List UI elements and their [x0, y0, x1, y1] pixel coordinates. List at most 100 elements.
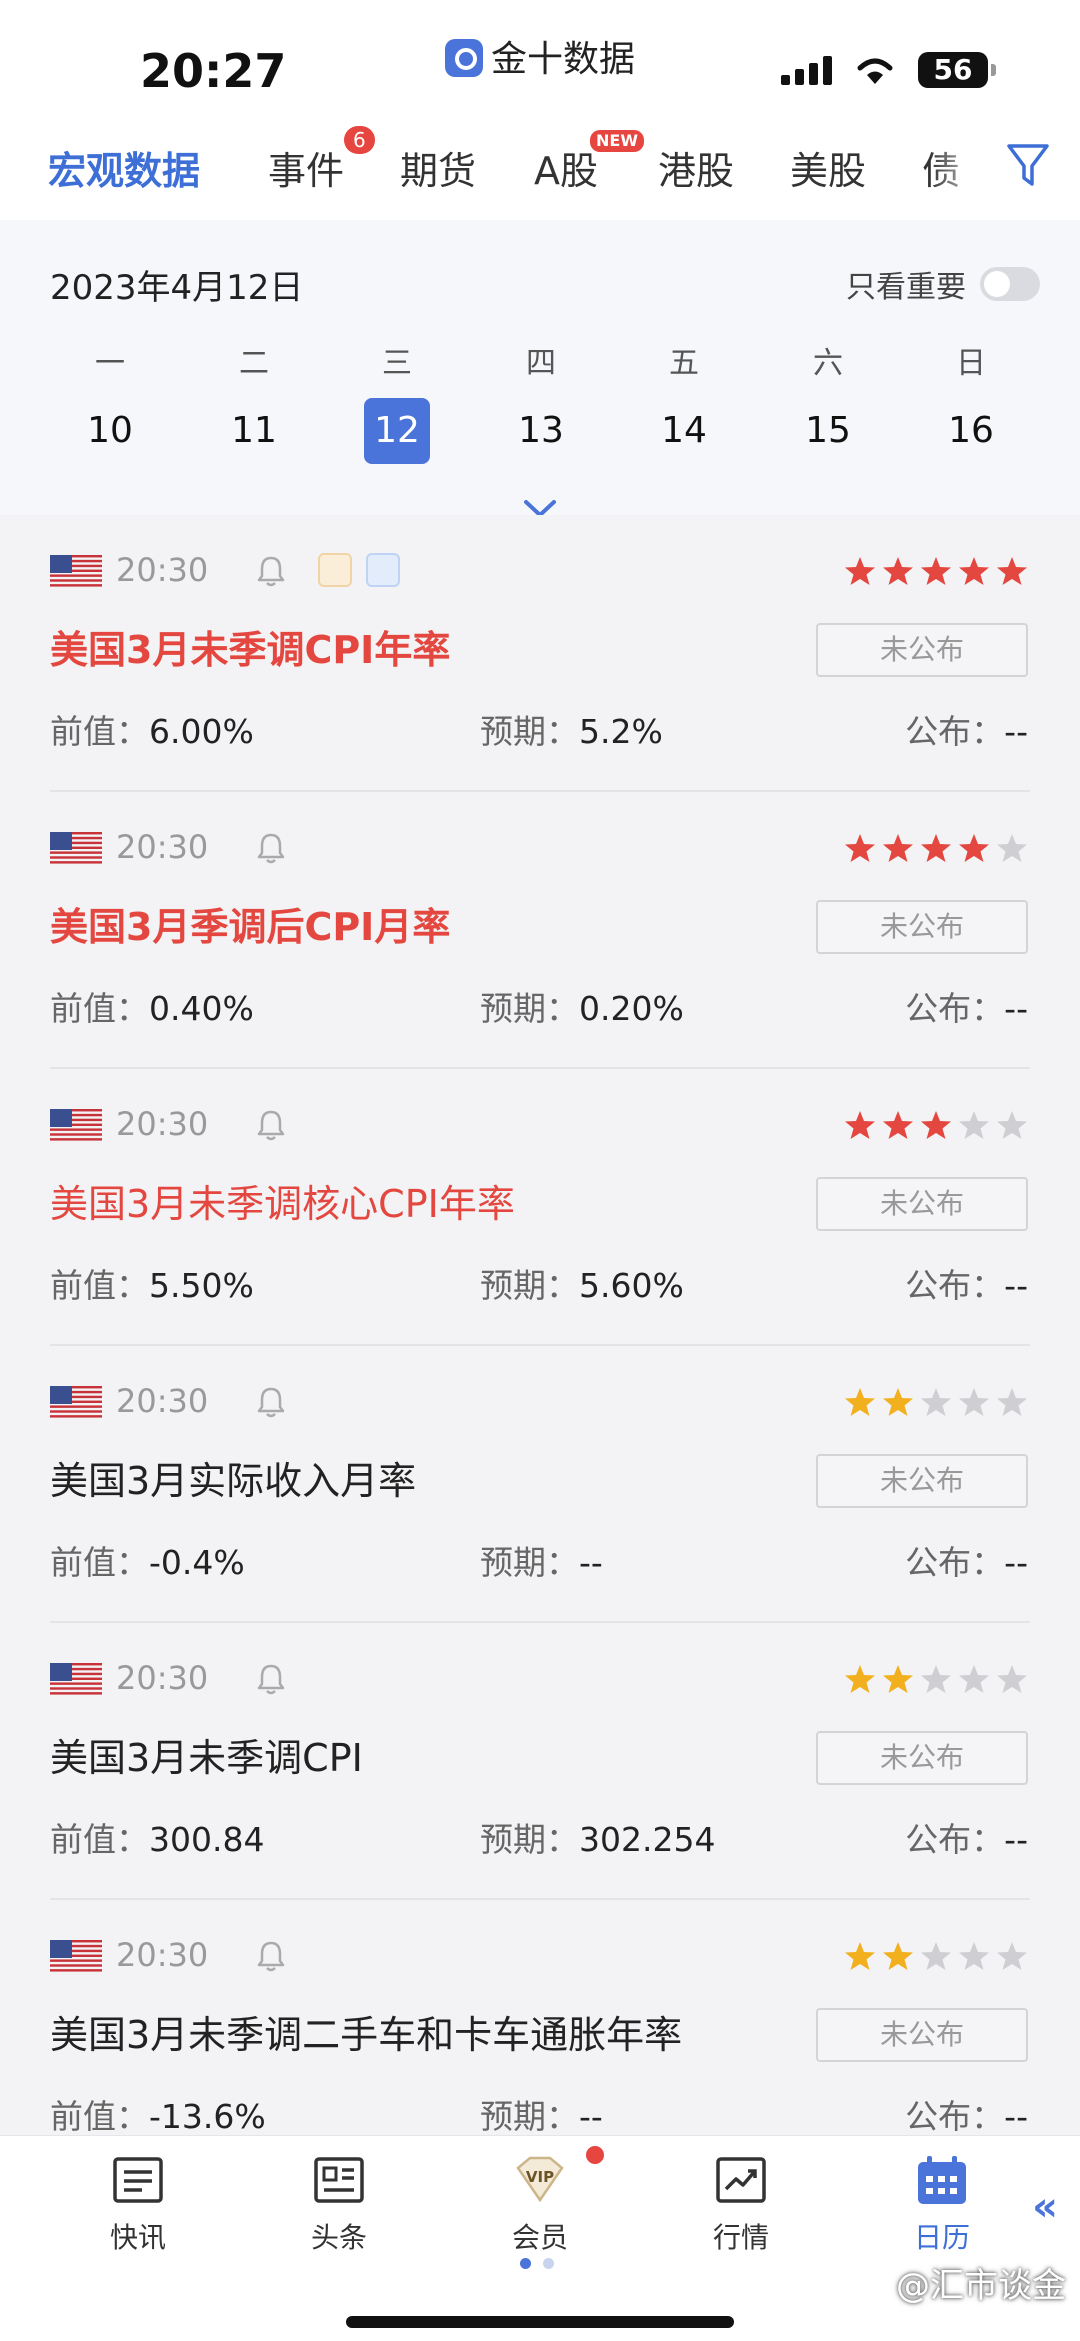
- battery-icon: 56: [918, 52, 996, 88]
- day-13[interactable]: 13: [508, 398, 574, 464]
- us-flag-icon: [50, 1940, 102, 1974]
- day-10[interactable]: 10: [77, 398, 143, 464]
- unpublished-button[interactable]: 未公布: [816, 1454, 1028, 1508]
- forecast-value: 预期：5.2%: [480, 712, 663, 751]
- unpublished-button[interactable]: 未公布: [816, 623, 1028, 677]
- important-only-toggle[interactable]: [980, 267, 1040, 301]
- forecast-value: 预期：302.254: [480, 1820, 716, 1859]
- importance-star-icon: [921, 557, 951, 585]
- forecast-value: 预期：--: [480, 2097, 603, 2135]
- event-time: 20:30: [116, 1659, 209, 1697]
- tab-macro-data[interactable]: 宏观数据: [48, 140, 200, 195]
- unpublished-button[interactable]: 未公布: [816, 2008, 1028, 2062]
- event-title[interactable]: 美国3月未季调核心CPI年率: [50, 1173, 515, 1228]
- bell-icon[interactable]: [256, 1663, 286, 1695]
- vip-notification-dot: [586, 2146, 604, 2164]
- nav-calendar[interactable]: 日历: [872, 2154, 1012, 2256]
- calendar-icon: [918, 2156, 966, 2204]
- status-app-name: 金十数据: [490, 39, 635, 80]
- tab-hk-stocks[interactable]: 港股: [658, 140, 734, 195]
- importance-stars: [844, 1109, 1028, 1141]
- event-row[interactable]: 20:30 美国3月未季调核心CPI年率 未公布 前值：5.50% 预期：5.60% 公布…: [0, 1069, 1080, 1346]
- filter-icon[interactable]: [1006, 142, 1050, 190]
- day-16[interactable]: 16: [938, 398, 1004, 464]
- nav-headlines[interactable]: 头条: [269, 2154, 409, 2256]
- published-value: 公布：--: [905, 1266, 1028, 1305]
- bell-icon[interactable]: [256, 1386, 286, 1418]
- event-row[interactable]: 20:30 美国3月未季调二手车和卡车通胀年率 未公布 前值：-13.6% 预期：-- 公…: [0, 1900, 1080, 2135]
- headlines-icon: [314, 2157, 364, 2203]
- tab-us-stocks[interactable]: 美股: [790, 140, 866, 195]
- event-row[interactable]: 20:30 美国3月季调后CPI月率 未公布 前值：0.40% 预期：0.20% 公布：-…: [0, 792, 1080, 1069]
- tab-a-shares[interactable]: A股 NEW: [534, 130, 644, 195]
- importance-star-icon: [921, 1942, 951, 1970]
- event-title[interactable]: 美国3月未季调CPI年率: [50, 619, 450, 674]
- event-title[interactable]: 美国3月未季调二手车和卡车通胀年率: [50, 2004, 682, 2059]
- published-value: 公布：--: [905, 1820, 1028, 1859]
- nav-headlines-label: 头条: [310, 2221, 367, 2254]
- event-title[interactable]: 美国3月未季调CPI: [50, 1727, 363, 1782]
- previous-value: 前值：300.84: [50, 1820, 265, 1859]
- day-15[interactable]: 15: [795, 398, 861, 464]
- forecast-value: 预期：0.20%: [480, 989, 684, 1028]
- importance-star-icon: [997, 1111, 1027, 1139]
- event-row[interactable]: 20:30 美国3月未季调CPI年率 未公布 前值：6.00% 预期：5.2% 公布：--: [0, 515, 1080, 792]
- bell-icon[interactable]: [256, 555, 286, 587]
- day-14[interactable]: 14: [651, 398, 717, 464]
- day-11[interactable]: 11: [221, 398, 287, 464]
- newsflash-icon: [113, 2157, 163, 2203]
- importance-star-icon: [845, 834, 875, 862]
- event-title[interactable]: 美国3月实际收入月率: [50, 1450, 416, 1505]
- importance-star-icon: [883, 557, 913, 585]
- us-flag-icon: [50, 1386, 102, 1420]
- nav-market[interactable]: 行情: [671, 2154, 811, 2256]
- previous-value: 前值：-13.6%: [50, 2097, 266, 2135]
- forecast-value: 预期：5.60%: [480, 1266, 684, 1305]
- app-logo-icon: [444, 39, 483, 77]
- image-icon[interactable]: [366, 553, 400, 587]
- importance-stars: [844, 555, 1028, 587]
- tab-events[interactable]: 事件 6: [268, 126, 375, 195]
- bottom-nav: 快讯 头条 VIP 会员 行情 日历 « @汇市谈金: [0, 2135, 1080, 2341]
- home-indicator[interactable]: [346, 2316, 734, 2328]
- unpublished-button[interactable]: 未公布: [816, 900, 1028, 954]
- importance-star-icon: [997, 1942, 1027, 1970]
- unpublished-button[interactable]: 未公布: [816, 1177, 1028, 1231]
- link-icon[interactable]: [318, 553, 352, 587]
- event-row[interactable]: 20:30 美国3月实际收入月率 未公布 前值：-0.4% 预期：-- 公布：--: [0, 1346, 1080, 1623]
- nav-vip-label: 会员: [511, 2221, 568, 2254]
- forecast-value: 预期：--: [480, 1543, 603, 1582]
- important-only-label: 只看重要: [846, 270, 966, 305]
- event-row[interactable]: 20:30 美国3月未季调CPI 未公布前值：300.84 预期：302.254 公布：…: [0, 1623, 1080, 1900]
- importance-star-icon: [997, 834, 1027, 862]
- previous-value: 前值：-0.4%: [50, 1543, 245, 1582]
- us-flag-icon: [50, 555, 102, 589]
- category-tabs: 宏观数据 事件6 期货 A股NEW 港股 美股 债: [0, 120, 1080, 220]
- weekday-label: 五: [669, 346, 699, 381]
- importance-star-icon: [959, 557, 989, 585]
- bell-icon[interactable]: [256, 832, 286, 864]
- vip-icon: VIP: [516, 2156, 564, 2203]
- day-12-selected[interactable]: 12: [364, 398, 430, 464]
- market-icon: [716, 2157, 766, 2203]
- unpublished-button[interactable]: 未公布: [816, 1731, 1028, 1785]
- importance-star-icon: [845, 1942, 875, 1970]
- nav-newsflash[interactable]: 快讯: [68, 2154, 208, 2256]
- bell-icon[interactable]: [256, 1940, 286, 1972]
- event-title[interactable]: 美国3月季调后CPI月率: [50, 896, 450, 951]
- weekday-label: 二: [239, 346, 269, 381]
- importance-star-icon: [883, 1665, 913, 1693]
- nav-vip[interactable]: VIP 会员: [470, 2154, 610, 2256]
- published-value: 公布：--: [905, 712, 1028, 751]
- importance-star-icon: [845, 1665, 875, 1693]
- bell-icon[interactable]: [256, 1109, 286, 1141]
- weekday-label: 日: [956, 346, 986, 381]
- importance-stars: [844, 1386, 1028, 1418]
- weekday-label: 四: [526, 346, 556, 381]
- svg-text:VIP: VIP: [526, 2168, 554, 2186]
- importance-star-icon: [883, 1111, 913, 1139]
- collapse-chevron-icon[interactable]: «: [1032, 2184, 1058, 2230]
- importance-star-icon: [883, 1388, 913, 1416]
- tab-futures[interactable]: 期货: [400, 140, 476, 195]
- important-only-filter[interactable]: 只看重要: [846, 262, 1040, 306]
